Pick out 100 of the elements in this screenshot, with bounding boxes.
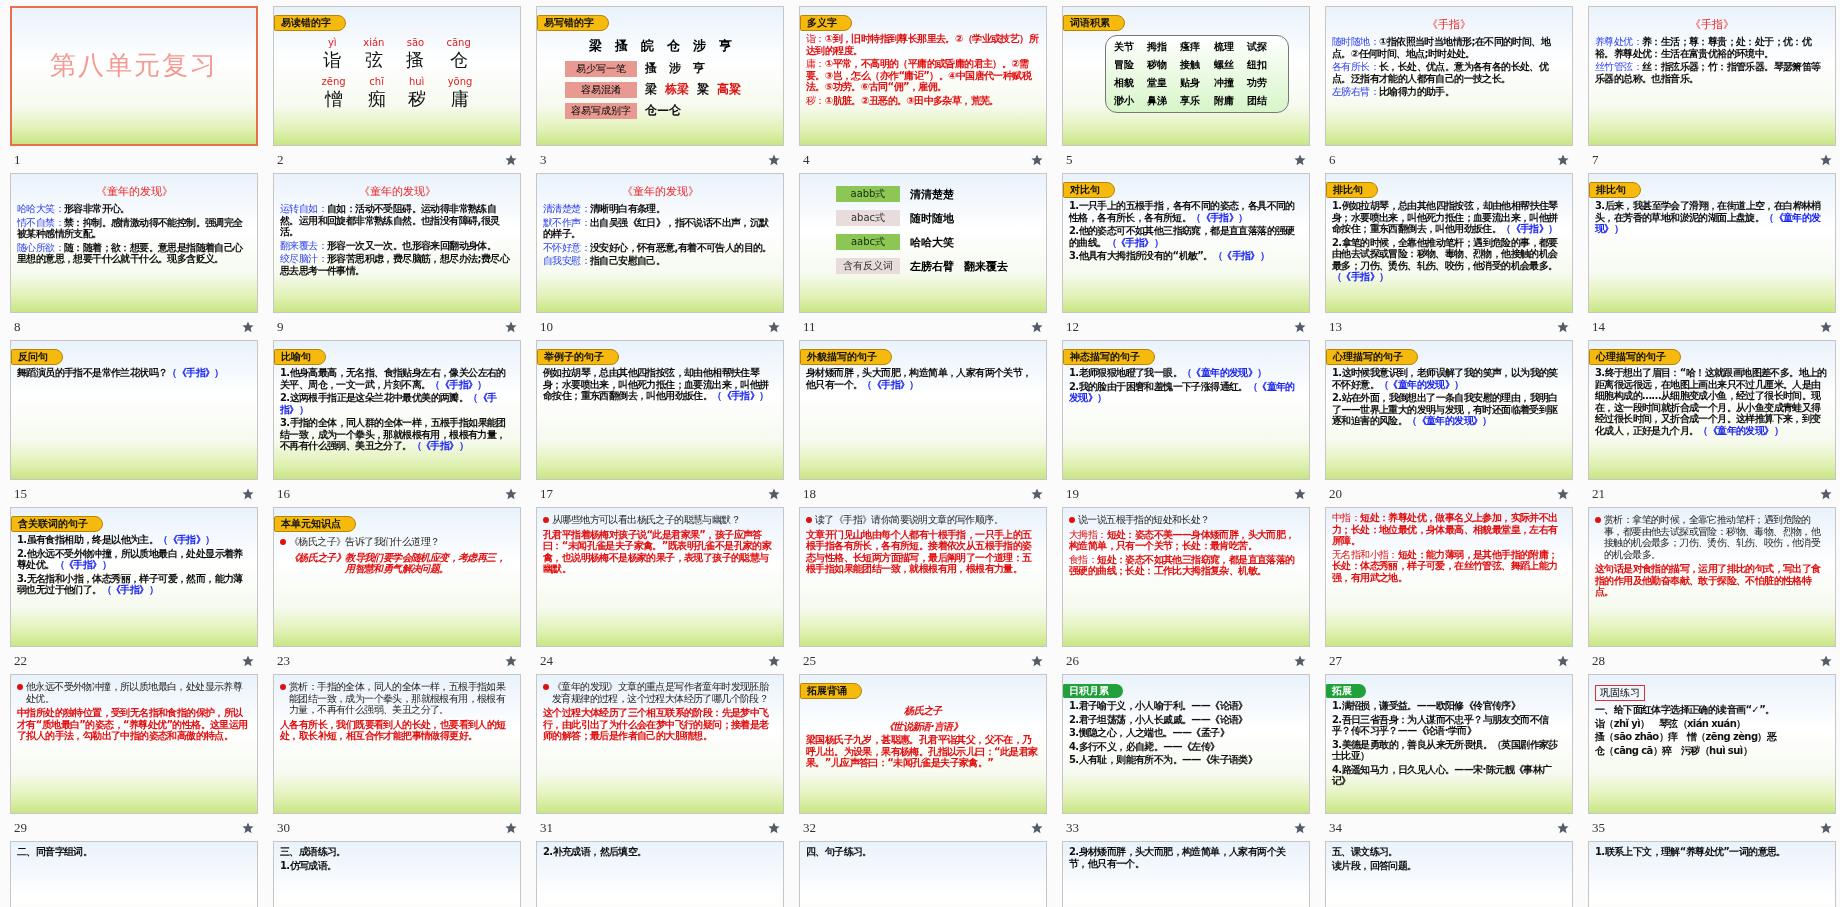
bullet-icon <box>543 517 549 523</box>
slide-thumbnail[interactable]: 拓展 1.满招损，谦受益。——欧阳修《伶官传序》 2.吾日三省吾身：为人谋而不忠乎？与朋友交而不信乎？传不习乎？——《论语·学而》 3.美德是勇敢的，善良从来无所畏惧。（英国剧作家莎士比亚） 4.路遥知马力，日久见人心。——宋·陈元靓《事林广记》 <box>1325 674 1573 814</box>
slide-tag: 心理描写的句子 <box>1326 349 1418 365</box>
slide-tag: 词语积累 <box>1063 15 1125 31</box>
body-text: 1.一只手上的五根手指，各有不同的姿态，各具不同的性格，各有所长，各有所短。（《手指》） <box>1069 200 1296 223</box>
section-label: 巩固练习 <box>1595 685 1645 701</box>
slide-number: 5 <box>1066 151 1073 168</box>
body-text: 1.这时候我意识到，老师误解了我的笑声，以为我的笑不怀好意。（《童年的发现》） <box>1332 367 1559 390</box>
slide-thumbnail[interactable]: 他永远不受外物冲撞，所以质地最白，处处显示养尊处优。 中指所处的独特位置，受到无名指和食指的保护，所以才有“质地最白”的姿态，“养尊处优”的性格。这里运用了拟人的手法，勾勒出了中指的姿态和高傲的特点。 <box>10 674 258 814</box>
character-text: 栋梁 <box>665 81 689 98</box>
slide-thumbnail[interactable]: 比喻句 1.他身高最高，无名指、食指贴身左右，像关公左右的关平、周仓，一文一武，片刻不离。（《手指》） 2.这两根手指正是这朵兰花中最优美的两瓣。（《手指》） 3.手指的全体，同人群的全体一样，五根手指如果能团结一致，成为一个拳头，那就根根有用，根根有力量，不再有什么强弱、美丑之分了。（《手指》） <box>273 340 521 480</box>
vocabulary-word: 冒险 <box>1114 58 1135 72</box>
slide-thumbnail[interactable]: 日积月累 1.君子喻于义，小人喻于利。——《论语》 2.君子坦荡荡，小人长戚戚。——《论语》 3.恻隐之心，人之端也。——《孟子》 4.多行不义，必自毙。——《左传》 5.人有耻，则能有所不为。——《朱子语类》 <box>1062 674 1310 814</box>
body-text: 孔君平指着杨梅对孩子说“此是君家果”，孩子应声答曰：“未闻孔雀是夫子家禽。”既表明孔雀不是孔家的家禽，也说明杨梅不是杨家的果子，表现了孩子的聪慧与幽默。 <box>543 528 773 575</box>
slide-number: 21 <box>1592 485 1605 502</box>
slide-tag: 拓展背诵 <box>800 683 862 699</box>
body-text: 身材矮而胖，头大而肥，构造简单，人家有两个关节，他只有一个。（《手指》） <box>806 367 1033 390</box>
slide-thumbnail[interactable]: 从哪些地方可以看出杨氏之子的聪慧与幽默？ 孔君平指着杨梅对孩子说“此是君家果”，孩子应声答曰：“未闻孔雀是夫子家禽。”既表明孔雀不是孔家的家禽，也说明杨梅不是杨家的果子，表现了孩子的聪慧与幽默。 <box>536 507 784 647</box>
slide-number: 6 <box>1329 151 1336 168</box>
character-text: 痴 <box>367 87 386 111</box>
definition-text: 运转自如：自如：活动不受阻碍。运动得非常熟练自然。运用和回旋都非常熟练自然。也指没有障碍,很灵活。 <box>280 203 501 238</box>
body-text: 中指所处的独特位置，受到无名指和食指的保护，所以才有“质地最白”的姿态，“养尊处优”的性格。这里运用了拟人的手法，勾勒出了中指的姿态和高傲的特点。 <box>17 707 249 742</box>
question-text: 读了《手指》请你简要说明文章的写作顺序。 <box>815 514 1003 526</box>
vocabulary-word: 渺小 <box>1114 94 1135 108</box>
slide-thumbnail[interactable]: 赏析：手指的全体，同人的全体一样，五根手指如果能团结一致，成为一个拳头，那就根根有用，根根有力量，不再有什么强弱、美丑之分了。 人各有所长，我们既要看到人的长处，也要看到人的短处，取长补短，相互合作才能把事情做得更好。 <box>273 674 521 814</box>
body-text: 3.终于想出了眉目：“哈！这就跟画地图差不多。地上的距离很远很远，在地图上画出来只不过几厘米。人是由细胞构成的……从细胞变成小鱼，经过了很长时间。现在，这一段时间就折合成一个月。从小鱼变成青蛙又得经过很长时间，又折合成一个月。这样推算下来，到变化成人，正好是九个月。（《童年的发现》） <box>1595 367 1828 436</box>
slide-thumbnail[interactable]: 反问句 舞蹈演员的手指不是常作兰花状吗？（《手指》） <box>10 340 258 480</box>
slide-thumbnail[interactable]: 《手指》 随时随地：①指依照当时当地情形;在不同的时间、地点。②任何时间、地点;时时处处。 各有所长：长，长处、优点。意为各有各的长处、优点。泛指有才能的人都有自己的一技之长。 左膀右臂：比喻得力的助手。 <box>1325 6 1573 146</box>
character-text: 仓—仑 <box>645 102 681 119</box>
vocabulary-word: 冲撞 <box>1213 76 1235 90</box>
body-text: 1.老师狠狠地瞪了我一眼。（《童年的发现》） <box>1069 367 1268 379</box>
body-text: 1.联系上下文，理解“养尊处优”一词的意思。 <box>1595 846 1787 858</box>
slide-thumbnail[interactable]: 含关联词的句子 1.虽有食指相助，终是以他为主。（《手指》） 2.他永远不受外物冲撞，所以质地最白，处处显示着养尊处优。（《手指》） 3.无名指和小指，体态秀丽，样子可爱，然而，能力薄弱也无过于他们了。（《手指》） <box>10 507 258 647</box>
slide-thumbnail[interactable]: 说一说五根手指的短处和长处？ 大拇指：短处：姿态不美——身体矮而胖，头大而肥，构造简单，只有一个关节；长处：最肯吃苦。 食指：短处：姿态不如其他三指窈窕，都是直直落落的强硬的曲线；长处：工作比大拇指复杂、机敏。 <box>1062 507 1310 647</box>
slide-tag: 易读错的字 <box>274 15 346 31</box>
body-text: 这句话是对食指的描写，运用了排比的句式，写出了食指的作用及他勤奋奉献、敢于探险、不怕脏的性格特点。 <box>1595 563 1822 598</box>
slide-thumbnail[interactable]: 拓展背诵 杨氏之子 《世说新语·言语》 梁国杨氏子九岁，甚聪惠。孔君平诣其父，父不在，乃呼儿出。为设果，果有杨梅。孔指以示儿曰：“此是君家果。”儿应声答曰：“未闻孔雀是夫子家禽。” <box>799 674 1047 814</box>
slide-thumbnail[interactable]: 心理描写的句子 3.终于想出了眉目：“哈！这就跟画地图差不多。地上的距离很远很远，在地图上画出来只不过几厘米。人是由细胞构成的……从细胞变成小鱼，经过了很长时间。现在，这一段时间就折合成一个月。从小鱼变成青蛙又得经过很长时间，又折合成一个月。这样推算下来，到变化成人，正好是九个月。（《童年的发现》） <box>1588 340 1836 480</box>
slide-number: 17 <box>540 485 553 502</box>
slide-thumbnail[interactable]: 外貌描写的句子 身材矮而胖，头大而肥，构造简单，人家有两个关节，他只有一个。（《手指》） <box>799 340 1047 480</box>
slide-title: 第八单元复习 <box>49 49 219 82</box>
body-text: 二、同音字组词。 <box>17 846 94 858</box>
body-text: 《世说新语·言语》 <box>882 720 964 732</box>
body-text: 2.他永远不受外物冲撞，所以质地最白，处处显示着养尊处优。（《手指》） <box>17 547 244 571</box>
slide-number: 30 <box>277 819 290 836</box>
bullet-icon <box>1595 517 1601 523</box>
slide-thumbnail[interactable]: 《童年的发现》 哈哈大笑：形容非常开心。 情不自禁：禁：抑制。感情激动得不能控制。强调完全被某种感情所支配。 随心所欲：随：随着；欲：想要。意思是指随着自己心里想的意思，想要干什么就干什么。现多含贬义。 <box>10 173 258 313</box>
body-text: 3.后来，我甚至学会了滑翔，在街道上空，在白桦林梢头，在芳香的草地和淤泥的湖面上盘旋。（《童年的发现》） <box>1595 200 1822 235</box>
slide-tag: 易写错的字 <box>537 15 609 31</box>
slide-number: 18 <box>803 485 816 502</box>
slide-number: 28 <box>1592 652 1605 669</box>
definition-text: 哈哈大笑：形容非常开心。 <box>17 203 131 215</box>
character-text: 秽 <box>407 87 426 111</box>
body-text: 舞蹈演员的手指不是常作兰花状吗？（《手指》） <box>17 367 225 379</box>
vocabulary-word: 螺丝 <box>1213 58 1235 72</box>
slide-thumbnail[interactable]: 举例子的句子 例如拉胡琴，总由其他四指按弦，却由他相帮扶住琴身；水要喷出来，叫他死力抵住；血要流出来，叫他拼命按住；重东西翻倒去，叫他用劲扳住。（《手指》） <box>536 340 784 480</box>
slide-thumbnail[interactable]: 五、课文练习。 读片段，回答问题。 <box>1325 841 1573 907</box>
slide-thumbnail[interactable]: 二、同音字组词。 <box>10 841 258 907</box>
slide-thumbnail[interactable]: 《童年的发现》 运转自如：自如：活动不受阻碍。运动得非常熟练自然。运用和回旋都非常熟练自然。也指没有障碍,很灵活。 翻来覆去：形容一次又一次。也形容来回翻动身体。 绞尽脑汁：形容苦思积虑，费尽脑筋，想尽办法;费尽心思去思考一件事情。 <box>273 173 521 313</box>
body-text: 2.他的姿态可不如其他三指窈窕，都是直直落落的强硬的曲线。（《手指》） <box>1069 225 1296 248</box>
slide-thumbnail[interactable]: 《手指》 养尊处优：养：生活；尊：尊贵；处：处于；优：优裕。养尊处优：生活在富贵优裕的环境中。 丝竹管弦：丝：指弦乐器；竹：指管乐器。琴瑟箫笛等乐器的总称。也指音乐。 <box>1588 6 1836 146</box>
slide-thumbnail[interactable]: 中指：短处：养尊处优，做事名义上参加，实际并不出力；长处：地位最优，身体最高、相貌最堂皇，左右有屏障。 无名指和小指：短处：能力薄弱，是其他手指的附庸；长处：体态秀丽，样子可爱，在丝竹管弦、舞蹈上能力强，有用武之地。 <box>1325 507 1573 647</box>
vocabulary-word: 贴身 <box>1180 76 1202 90</box>
slide-thumbnail[interactable]: 巩固练习 一、给下面红体字选择正确的读音画“✓”。 诣（zhǐ yì） 琴弦（xián xuán） 搔（sāo zhāo）痒 憎（zēng zèng）恶 仓（cāng cā）猝 污秽（huì suì） <box>1588 674 1836 814</box>
slide-thumbnail[interactable]: 排比句 1.例如拉胡琴，总由其他四指按弦，却由他相帮扶住琴身；水要喷出来，叫他死力抵住；血要流出来，叫他拼命按住；重东西翻倒去，叫他用劲扳住。（《手指》） 2.拿笔的时候，全靠他推动笔杆；遇到危险的事，都要由他去试探或冒险：秽物、毒物、烈物，他接触的机会最多；刀伤、烫伤、轧伤、咬伤，他消受的机会最多。 （《手指》） <box>1325 173 1573 313</box>
character-text: 高粱 <box>717 81 741 98</box>
body-text: 3.手指的全体，同人群的全体一样，五根手指如果能团结一致，成为一个拳头，那就根根有用，根根有力量，不再有什么强弱、美丑之分了。（《手指》） <box>280 417 507 452</box>
slide-thumbnail[interactable]: 赏析：拿笔的时候，全靠它推动笔杆；遇到危险的事，都要由他去试探或冒险：秽物、毒物、烈物，他接触的机会最多；刀伤、烫伤、轧伤、咬伤，他消受的机会最多。 这句话是对食指的描写，运用了排比的句式，写出了食指的作用及他勤奋奉献、敢于探险、不怕脏的性格特点。 <box>1588 507 1836 647</box>
slide-thumbnail[interactable]: 三、成语练习。 1.仿写成语。 <box>273 841 521 907</box>
slide-thumbnail[interactable]: 1.联系上下文，理解“养尊处优”一词的意思。 <box>1588 841 1836 907</box>
slide-thumbnail[interactable]: 心理描写的句子 1.这时候我意识到，老师误解了我的笑声，以为我的笑不怀好意。（《童年的发现》） 2.站在外面，我倒想出了一条自我安慰的理由，我明白了——世界上重大的发明与发现，有时还面临着受到驱逐和迫害的风险。（《童年的发现》） <box>1325 340 1573 480</box>
slide-thumbnail[interactable]: 2.身材矮而胖，头大而肥，构造简单，人家有两个关节，他只有一个。 <box>1062 841 1310 907</box>
slide-tag: 排比句 <box>1589 182 1641 198</box>
bullet-icon <box>806 517 812 523</box>
slide-tag: 举例子的句子 <box>537 349 619 365</box>
slide-thumbnail[interactable]: 词语积累 关节 拇指 瘙痒 梳理 试探 冒险 秽物 接触 螺丝 纽扣 相貌 堂皇 贴身 冲撞 功劳 渺小 鼻涕 享乐 附庸 团结 <box>1062 6 1310 146</box>
slide-thumbnail[interactable]: 多义字 诣：①到，旧时特指到尊长那里去。②（学业或技艺）所达到的程度。 庸：①平常，不高明的（平庸的或昏庸的君主）。②需要。③岂，怎么（亦作“庸讵”）。④中国唐代一种赋税法。⑤功劳。⑥古同“佣”，雇佣。 秽：①肮脏。②丑恶的。③田中多杂草，荒芜。 <box>799 6 1047 146</box>
slide-number: 35 <box>1592 819 1605 836</box>
slide-thumbnail[interactable]: 四、句子练习。 <box>799 841 1047 907</box>
slide-thumbnail[interactable]: 对比句 1.一只手上的五根手指，各有不同的姿态，各具不同的性格，各有所长，各有所短。（《手指》） 2.他的姿态可不如其他三指窈窕，都是直直落落的强硬的曲线。（《手指》） 3.他具有大拇指所没有的“机敏”。（《手指》） <box>1062 173 1310 313</box>
body-text: 杨氏之子 <box>903 705 944 717</box>
slide-thumbnail[interactable]: 易读错的字 yì 诣 xián 弦 sāo 搔 cāng 仓 zēng 憎 chī 痴 huì 秽 yōng 庸 <box>273 6 521 146</box>
slide-thumbnail[interactable]: 《童年的发现》 清清楚楚：清晰明白有条理。 默不作声：出自吴强《红日》，指不说话不出声，沉默的样子。 不怀好意：没安好心，怀有恶意,有着不可告人的目的。 自我安慰：指自己安慰自己。 <box>536 173 784 313</box>
slide-thumbnail[interactable]: 易写错的字 梁 搔 皖 仓 涉 亨 易少写一笔 搔 涉 亨 容易混淆 梁 栋梁 粱 高粱 容易写成别字 仓—仑 <box>536 6 784 146</box>
category-label: 容易混淆 <box>565 81 637 98</box>
body-text: 人各有所长，我们既要看到人的长处，也要看到人的短处，取长补短，相互合作才能把事情做得更好。 <box>280 718 507 742</box>
pattern-label: aabc式 <box>836 234 900 250</box>
slide-thumbnail[interactable]: aabb式 清清楚楚 abac式 随时随地 aabc式 哈哈大笑 含有反义词 左膀右臂 翻来覆去 <box>799 173 1047 313</box>
slide-number: 20 <box>1329 485 1342 502</box>
slide-thumbnail[interactable]: 排比句 3.后来，我甚至学会了滑翔，在街道上空，在白桦林梢头，在芳香的草地和淤泥的湖面上盘旋。（《童年的发现》） <box>1588 173 1836 313</box>
vocabulary-word: 鼻涕 <box>1147 94 1169 108</box>
slide-thumbnail[interactable]: 神态描写的句子 1.老师狠狠地瞪了我一眼。（《童年的发现》） 2.我的脸由于困窘和羞愧一下子涨得通红。（《童年的发现》） <box>1062 340 1310 480</box>
slide-thumbnail[interactable]: 本单元知识点 《杨氏之子》告诉了我们什么道理？ 《杨氏之子》教导我们要学会随机应变，考虑再三，用智慧和勇气解决问题。 <box>273 507 521 647</box>
slide-thumbnail[interactable]: 2.补充成语，然后填空。 <box>536 841 784 907</box>
body-text: 2.站在外面，我倒想出了一条自我安慰的理由，我明白了——世界上重大的发明与发现，有时还面临着受到驱逐和迫害的风险。（《童年的发现》） <box>1332 392 1559 427</box>
slide-thumbnail[interactable]: 读了《手指》请你简要说明文章的写作顺序。 文章开门见山地由每个人都有十根手指，一只手上的五根手指各有所长，各有所短。接着依次从五根手指的姿态与性格、长短两方面描写，最后阐明了一个道理：五根手指如果能团结一致，就根根有用，根根有力量。 <box>799 507 1047 647</box>
vocabulary-word: 享乐 <box>1180 94 1202 108</box>
character-text: 仓 <box>449 48 468 72</box>
slide-thumbnail[interactable]: 《童年的发现》文章的重点是写作者童年时发现胚胎发育规律的过程，这个过程大体经历了哪几个阶段？ 这个过程大体经历了三个相互联系的阶段：先是梦中飞行，由此引出了为什么会在梦中飞行的疑问；接着是老师的解答；最后是作者自己的大胆猜想。 <box>536 674 784 814</box>
idiom-text: 翻来覆去 <box>964 258 1008 274</box>
